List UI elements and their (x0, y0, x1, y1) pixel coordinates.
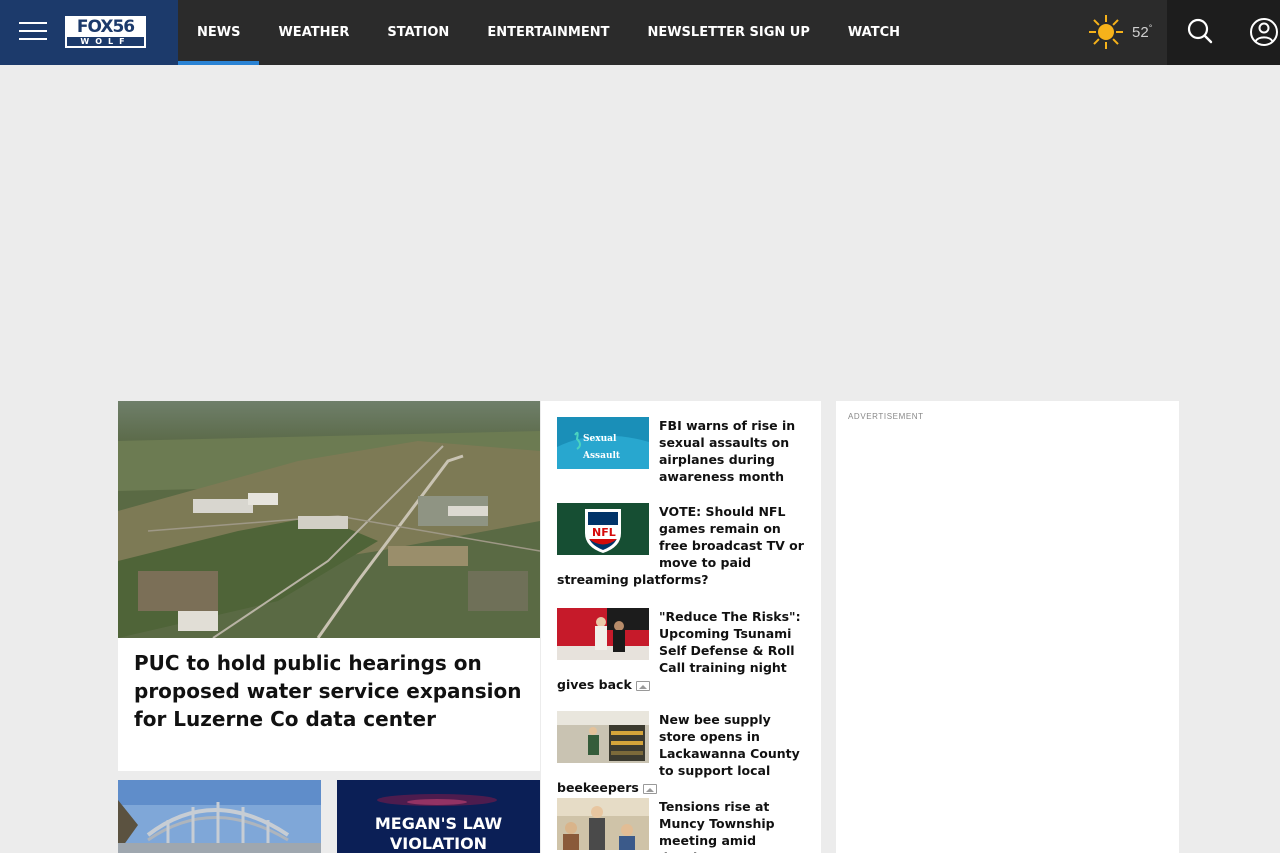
site-header: FOX56 WOLF NEWS WEATHER STATION ENTERTAI… (0, 0, 1280, 65)
story-item[interactable]: NFL VOTE: Should NFL games remain on fre… (557, 503, 807, 588)
lead-story-card[interactable]: PUC to hold public hearings on proposed … (118, 401, 540, 771)
story-thumbnail[interactable] (557, 608, 649, 660)
hamburger-menu-icon[interactable] (19, 22, 47, 42)
story-thumbnail[interactable] (557, 711, 649, 763)
lead-story-image[interactable] (118, 401, 540, 638)
megans-law-line2: VIOLATION (389, 834, 488, 853)
lead-story-headline[interactable]: PUC to hold public hearings on proposed … (134, 649, 529, 733)
story-thumbnail[interactable]: NFL (557, 503, 649, 555)
story-thumbnail[interactable] (557, 798, 649, 850)
user-account-icon (1250, 18, 1278, 46)
brand-area: FOX56 WOLF (0, 0, 178, 65)
story-thumbnail[interactable]: Sexual Assault (557, 417, 649, 469)
weather-widget[interactable]: 52° (1088, 14, 1152, 50)
story-item[interactable]: New bee supply store opens in Lackawanna… (557, 711, 807, 796)
advertisement-label: ADVERTISEMENT (848, 412, 924, 421)
logo-text-top: FOX56 (67, 18, 144, 37)
nav-news[interactable]: NEWS (178, 0, 260, 65)
story-headline[interactable]: Tensions rise at Muncy Township meeting … (659, 799, 775, 853)
sun-icon (1088, 14, 1124, 50)
nav-entertainment[interactable]: ENTERTAINMENT (468, 0, 628, 65)
story-headline[interactable]: FBI warns of rise in sexual assaults on … (659, 418, 795, 484)
story-item[interactable]: Sexual Assault FBI warns of rise in sexu… (557, 417, 807, 485)
fox56-logo[interactable]: FOX56 WOLF (65, 16, 146, 48)
advertisement-slot: ADVERTISEMENT (836, 401, 1179, 853)
search-icon (1187, 18, 1213, 44)
bridge-story-thumbnail[interactable] (118, 780, 321, 853)
logo-text-bottom: WOLF (80, 37, 131, 46)
search-button[interactable] (1167, 0, 1233, 65)
nav-station[interactable]: STATION (368, 0, 468, 65)
main-nav: NEWS WEATHER STATION ENTERTAINMENT NEWSL… (178, 0, 919, 65)
megans-law-line1: MEGAN'S LAW (374, 814, 503, 833)
gallery-icon (642, 783, 657, 794)
account-button[interactable] (1233, 0, 1280, 65)
nav-newsletter[interactable]: NEWSLETTER SIGN UP (628, 0, 828, 65)
gallery-icon (635, 680, 650, 691)
story-item[interactable]: Tensions rise at Muncy Township meeting … (557, 798, 807, 853)
nav-watch[interactable]: WATCH (829, 0, 919, 65)
temperature: 52° (1132, 23, 1153, 41)
story-item[interactable]: "Reduce The Risks": Upcoming Tsunami Sel… (557, 608, 807, 693)
megans-law-story-thumbnail[interactable]: MEGAN'S LAW VIOLATION (337, 780, 540, 853)
nav-weather[interactable]: WEATHER (259, 0, 368, 65)
story-list: Sexual Assault FBI warns of rise in sexu… (541, 401, 821, 853)
